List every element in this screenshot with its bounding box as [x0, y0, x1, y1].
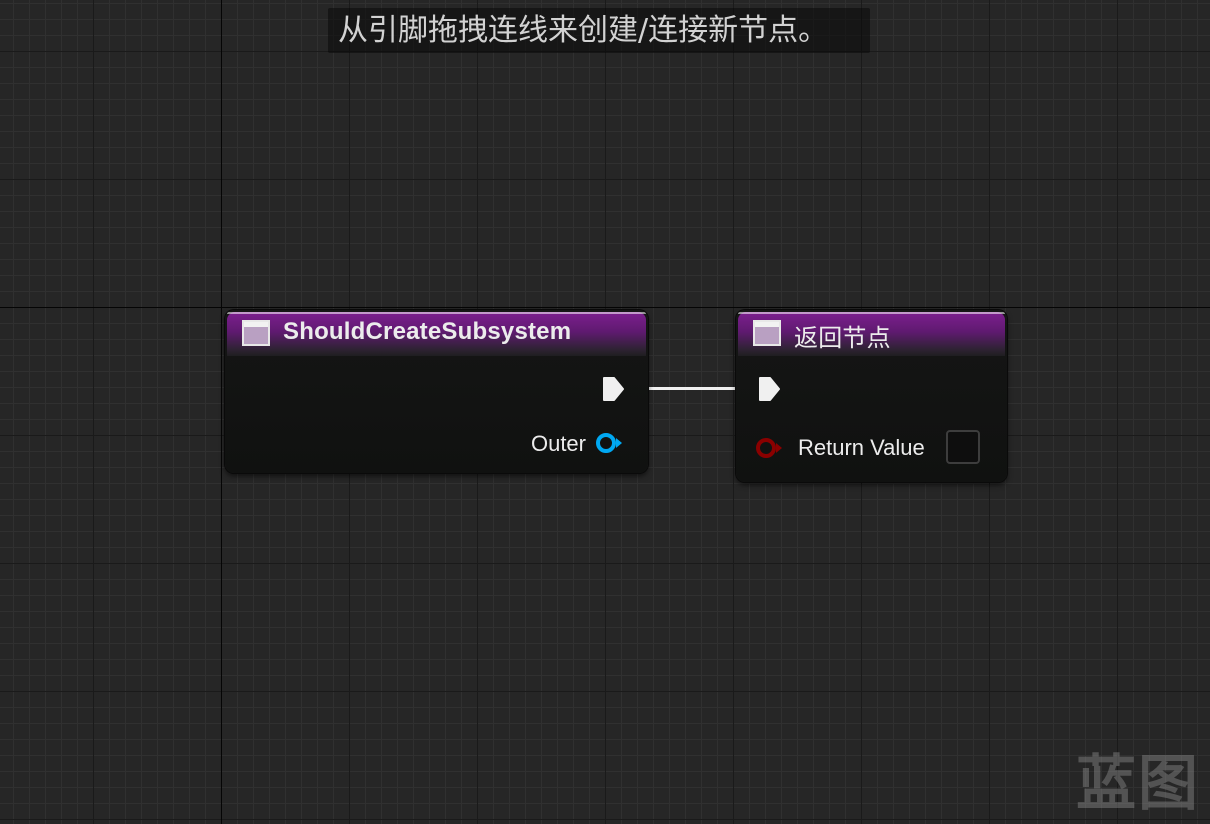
function-icon [753, 320, 781, 346]
node-title: ShouldCreateSubsystem [283, 318, 572, 345]
return-node[interactable]: 返回节点 Return Value [736, 310, 1007, 482]
function-icon [242, 320, 270, 346]
return-value-checkbox[interactable] [946, 430, 980, 464]
pin-label-return-value: Return Value [798, 435, 925, 460]
bool-pin-icon[interactable] [755, 436, 785, 460]
origin-axis-horizontal [0, 307, 1210, 308]
object-pin-icon[interactable] [595, 431, 625, 455]
exec-input-pin-icon[interactable] [757, 376, 781, 402]
function-entry-node[interactable]: ShouldCreateSubsystem Outer [225, 310, 648, 473]
node-header[interactable]: ShouldCreateSubsystem [227, 312, 646, 356]
graph-hint-banner: 从引脚拖拽连线来创建/连接新节点。 [328, 8, 870, 53]
pin-label-outer: Outer [530, 431, 586, 456]
exec-output-pin-icon[interactable] [601, 376, 625, 402]
blueprint-watermark: 蓝图 [1076, 749, 1200, 819]
node-title: 返回节点 [794, 324, 891, 352]
graph-canvas[interactable]: 从引脚拖拽连线来创建/连接新节点。 ShouldCreateSubsystem … [0, 0, 1210, 824]
node-header[interactable]: 返回节点 [738, 312, 1005, 356]
origin-axis-vertical [221, 0, 222, 824]
